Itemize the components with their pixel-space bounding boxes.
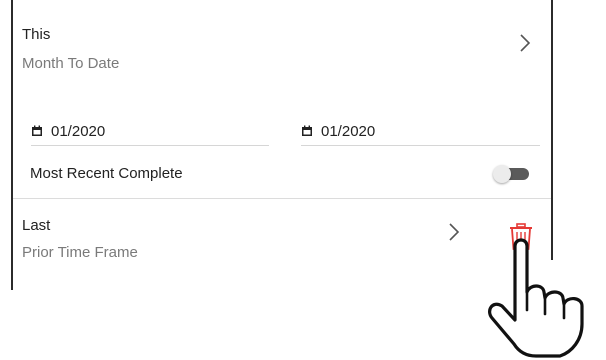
panel-right-border: [551, 0, 553, 260]
timeframe-last-title: Last: [22, 217, 51, 234]
hand-pointer-icon: [488, 238, 584, 358]
start-date-value: 01/2020: [51, 122, 106, 140]
calendar-icon: [302, 125, 312, 136]
end-date-field[interactable]: 01/2020: [301, 117, 540, 146]
chevron-right-icon[interactable]: [519, 33, 531, 53]
most-recent-complete-toggle[interactable]: [493, 165, 533, 183]
calendar-icon: [32, 125, 42, 136]
end-date-value: 01/2020: [321, 122, 376, 140]
timeframe-this-title: This: [22, 26, 51, 43]
panel-left-border: [11, 0, 13, 290]
chevron-right-icon[interactable]: [448, 222, 460, 242]
timeframe-last-subtitle: Prior Time Frame: [22, 244, 138, 261]
section-divider: [13, 198, 551, 199]
start-date-field[interactable]: 01/2020: [31, 117, 269, 146]
most-recent-complete-label: Most Recent Complete: [30, 165, 183, 182]
toggle-knob: [493, 165, 511, 183]
timeframe-this-subtitle: Month To Date: [22, 55, 120, 72]
